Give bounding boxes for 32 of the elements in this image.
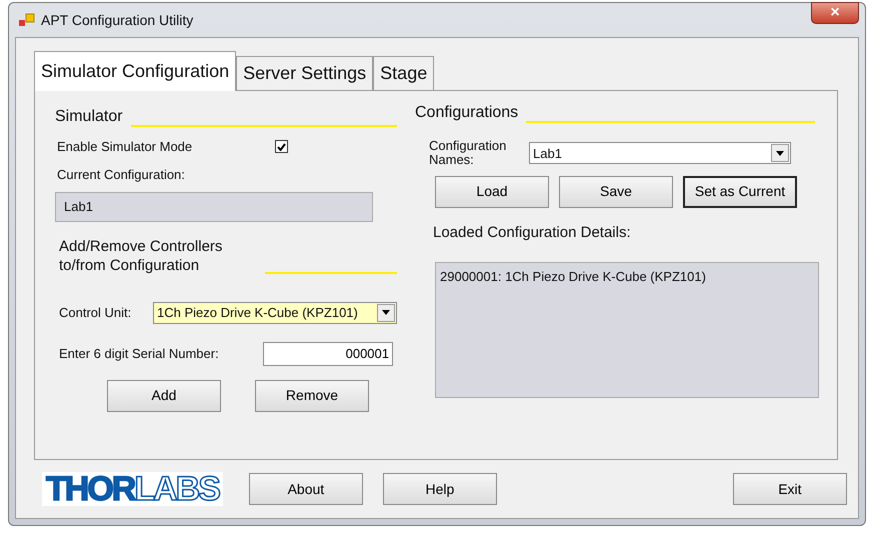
field-label: Current Configuration: xyxy=(57,166,185,182)
button[interactable]: About xyxy=(248,473,363,505)
tab[interactable]: Server Settings xyxy=(236,56,374,90)
button[interactable]: Add xyxy=(107,380,221,412)
button[interactable]: Set as Current xyxy=(683,176,797,208)
current-configuration-field: Lab1 xyxy=(55,192,373,222)
serial-number-field[interactable]: 000001 xyxy=(263,342,393,366)
field-label: Configuration Names: xyxy=(429,139,508,168)
checkbox-label: Enable Simulator Mode xyxy=(57,138,194,156)
dropdown-arrow-icon xyxy=(776,150,784,156)
button[interactable]: Remove xyxy=(255,380,369,412)
section-heading: Configurations xyxy=(415,103,518,123)
button[interactable]: Exit xyxy=(732,473,847,505)
app-icon xyxy=(19,13,35,27)
field-label: Enter 6 digit Serial Number: xyxy=(59,344,220,363)
configuration-names-dropdown[interactable]: Lab1 xyxy=(529,142,791,164)
window-title: APT Configuration Utility xyxy=(41,10,194,30)
button[interactable]: Load xyxy=(435,176,549,208)
button[interactable]: Save xyxy=(559,176,673,208)
control-unit-dropdown[interactable]: 1Ch Piezo Drive K-Cube (KPZ101) xyxy=(153,302,397,324)
tab[interactable]: Stage xyxy=(373,56,434,90)
section-heading: Add/Remove Controllers to/from Configuration xyxy=(59,238,224,276)
tab[interactable]: Simulator Configuration xyxy=(34,51,236,91)
dropdown-arrow-icon xyxy=(382,310,390,315)
check-mark-icon xyxy=(277,142,286,151)
field-label: Control Unit: xyxy=(59,304,132,322)
logo: THORLABS xyxy=(42,472,223,506)
field-label: Loaded Configuration Details: xyxy=(432,222,632,243)
checkbox[interactable] xyxy=(275,140,288,154)
section-heading: Simulator xyxy=(55,107,123,127)
list-item: 29000001: 1Ch Piezo Drive K-Cube (KPZ101) xyxy=(440,268,707,286)
button[interactable]: Help xyxy=(382,473,497,505)
